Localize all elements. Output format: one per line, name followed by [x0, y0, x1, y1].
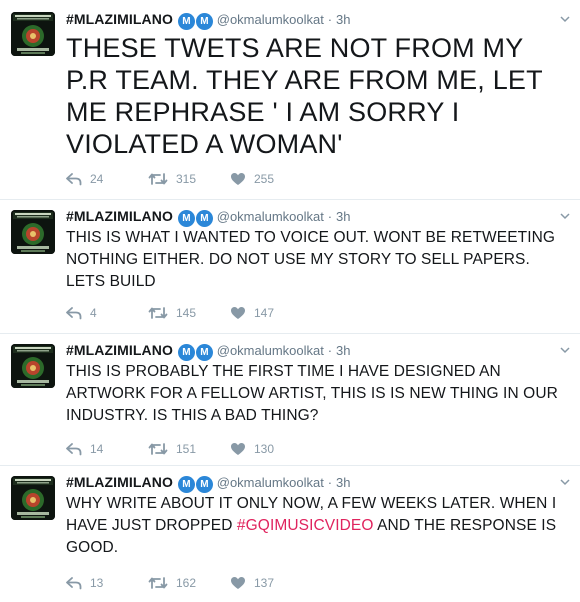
- timestamp[interactable]: 3h: [336, 343, 350, 358]
- tweet-header: #MLAZIMILANO MM @okmalumkoolkat · 3h: [66, 206, 350, 227]
- tweet-2[interactable]: #MLAZIMILANO MM @okmalumkoolkat · 3h THI…: [0, 200, 580, 334]
- tweet-3[interactable]: #MLAZIMILANO MM @okmalumkoolkat · 3h THI…: [0, 334, 580, 466]
- retweet-button[interactable]: 315: [148, 170, 196, 188]
- handle[interactable]: @okmalumkoolkat: [217, 343, 324, 358]
- tweet-4[interactable]: #MLAZIMILANO MM @okmalumkoolkat · 3h WHY…: [0, 466, 580, 602]
- tweet-header: #MLAZIMILANO MM @okmalumkoolkat · 3h: [66, 340, 350, 361]
- retweet-icon: [148, 576, 168, 589]
- retweet-icon: [148, 442, 168, 455]
- reply-icon: [66, 576, 82, 590]
- like-button[interactable]: 130: [230, 440, 274, 458]
- handle[interactable]: @okmalumkoolkat: [217, 209, 324, 224]
- timestamp[interactable]: 3h: [336, 12, 350, 27]
- display-name[interactable]: #MLAZIMILANO: [66, 342, 173, 358]
- avatar[interactable]: [11, 476, 55, 520]
- timestamp[interactable]: 3h: [336, 209, 350, 224]
- retweet-button[interactable]: 151: [148, 440, 196, 458]
- reply-button[interactable]: 13: [66, 574, 103, 592]
- chevron-down-icon[interactable]: [560, 345, 570, 355]
- handle[interactable]: @okmalumkoolkat: [217, 12, 324, 27]
- reply-icon: [66, 172, 82, 186]
- separator-dot: ·: [327, 343, 333, 358]
- retweet-count: 162: [176, 576, 197, 590]
- reply-count: 4: [90, 306, 97, 320]
- retweet-icon: [148, 306, 168, 319]
- like-count: 130: [254, 442, 275, 456]
- handle[interactable]: @okmalumkoolkat: [217, 475, 324, 490]
- retweet-icon: [148, 172, 168, 185]
- chevron-down-icon[interactable]: [560, 211, 570, 221]
- heart-icon: [231, 576, 245, 589]
- heart-icon: [231, 172, 245, 185]
- tweet-text: THIS IS WHAT I WANTED TO VOICE OUT. WONT…: [66, 227, 572, 293]
- retweet-count: 145: [176, 306, 197, 320]
- separator-dot: ·: [327, 475, 333, 490]
- tweet-text-part: THESE TWETS ARE NOT FROM MY P.R TEAM. TH…: [66, 33, 543, 159]
- tweet-header: #MLAZIMILANO MM @okmalumkoolkat · 3h: [66, 472, 350, 493]
- like-count: 255: [254, 172, 275, 186]
- tweet-text-part: THIS IS WHAT I WANTED TO VOICE OUT. WONT…: [66, 229, 556, 290]
- retweet-count: 315: [176, 172, 197, 186]
- verified-m-icon: MM: [177, 9, 213, 30]
- retweet-button[interactable]: 162: [148, 574, 196, 592]
- chevron-down-icon[interactable]: [560, 477, 570, 487]
- separator-dot: ·: [327, 209, 333, 224]
- verified-m-icon: MM: [177, 472, 213, 493]
- avatar[interactable]: [11, 344, 55, 388]
- retweet-count: 151: [176, 442, 197, 456]
- avatar[interactable]: [11, 12, 55, 56]
- reply-icon: [66, 442, 82, 456]
- separator-dot: ·: [327, 12, 333, 27]
- retweet-button[interactable]: 145: [148, 304, 196, 322]
- display-name[interactable]: #MLAZIMILANO: [66, 208, 173, 224]
- heart-icon: [231, 442, 245, 455]
- hashtag-link[interactable]: #GQIMUSICVIDEO: [237, 517, 374, 534]
- avatar[interactable]: [11, 210, 55, 254]
- tweet-text: THIS IS PROBABLY THE FIRST TIME I HAVE D…: [66, 361, 572, 427]
- like-button[interactable]: 137: [230, 574, 274, 592]
- like-count: 137: [254, 576, 275, 590]
- tweet-1[interactable]: #MLAZIMILANO MM @okmalumkoolkat · 3h THE…: [0, 0, 580, 200]
- like-count: 147: [254, 306, 275, 320]
- reply-button[interactable]: 14: [66, 440, 103, 458]
- heart-icon: [231, 306, 245, 319]
- reply-button[interactable]: 4: [66, 304, 97, 322]
- display-name[interactable]: #MLAZIMILANO: [66, 11, 173, 27]
- verified-m-icon: MM: [177, 206, 213, 227]
- verified-m-icon: MM: [177, 340, 213, 361]
- tweet-header: #MLAZIMILANO MM @okmalumkoolkat · 3h: [66, 9, 350, 30]
- timestamp[interactable]: 3h: [336, 475, 350, 490]
- tweet-text: WHY WRITE ABOUT IT ONLY NOW, A FEW WEEKS…: [66, 493, 572, 559]
- tweet-text-part: THIS IS PROBABLY THE FIRST TIME I HAVE D…: [66, 363, 558, 424]
- reply-icon: [66, 306, 82, 320]
- like-button[interactable]: 255: [230, 170, 274, 188]
- tweet-text: THESE TWETS ARE NOT FROM MY P.R TEAM. TH…: [66, 32, 572, 160]
- display-name[interactable]: #MLAZIMILANO: [66, 474, 173, 490]
- reply-button[interactable]: 24: [66, 170, 103, 188]
- reply-count: 13: [90, 576, 104, 590]
- chevron-down-icon[interactable]: [560, 14, 570, 24]
- reply-count: 24: [90, 172, 104, 186]
- reply-count: 14: [90, 442, 104, 456]
- like-button[interactable]: 147: [230, 304, 274, 322]
